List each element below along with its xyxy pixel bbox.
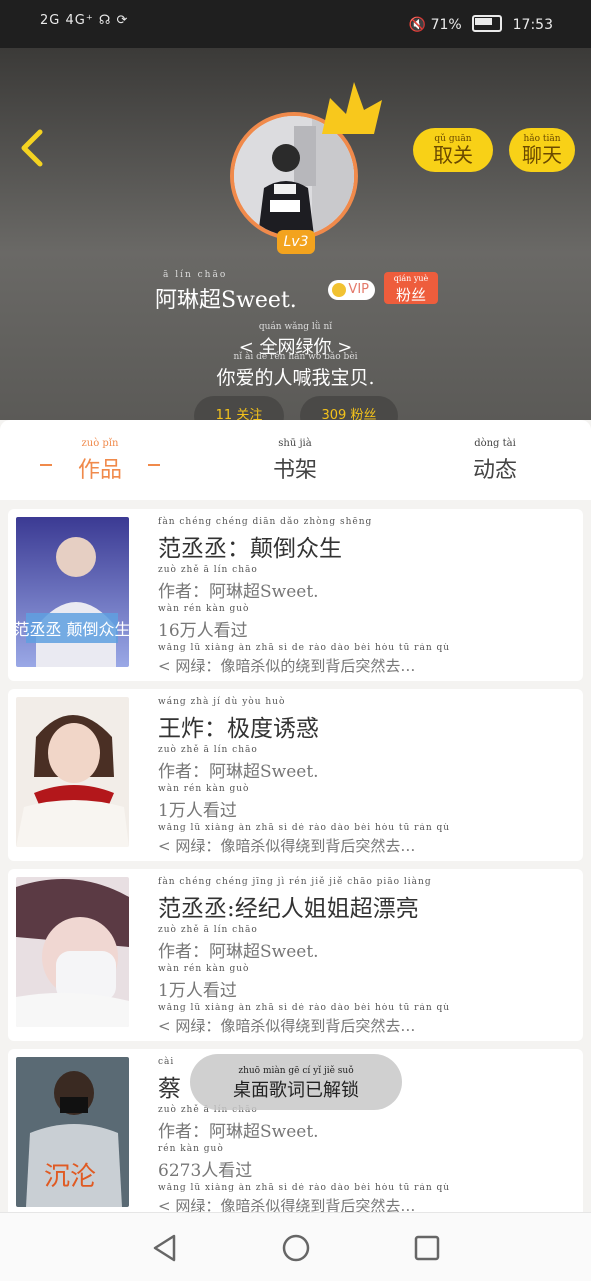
book-title: fàn chéng chéng jīng jì rén jiě jiě chāo… xyxy=(158,877,432,922)
book-summary: wǎng lǜ xiàng àn zhā sì de rào dào bèi h… xyxy=(158,643,451,675)
status-bar: 2G 4G⁺ ☊ ⟳ 🔇 71% 17:53 xyxy=(0,0,591,48)
book-cover xyxy=(16,877,129,1027)
recents-square-icon[interactable] xyxy=(412,1233,442,1263)
signature-line-2: nǐ ài de rén hǎn wǒ bǎo bèi 你爱的人喊我宝贝. xyxy=(216,352,375,389)
list-item[interactable]: wáng zhà jí dù yòu huò 王炸：极度诱惑 zuò zhě ā … xyxy=(8,689,583,861)
clock: 17:53 xyxy=(512,17,553,33)
book-author: zuò zhě ā lín chāo 作者：阿琳超Sweet. xyxy=(158,925,319,962)
tab-bookshelf[interactable]: shū jià 书架 xyxy=(240,438,350,484)
crown-icon xyxy=(322,82,382,134)
system-navigation-bar xyxy=(0,1212,591,1281)
book-author: zuò zhě ā lín chāo 作者：阿琳超Sweet. xyxy=(158,745,319,782)
tab-indicator-right xyxy=(148,464,160,466)
book-author: zuò zhě ā lín chāo 作者：阿琳超Sweet. xyxy=(158,1105,319,1142)
toast-message: zhuō miàn gē cí yǐ jiě suǒ 桌面歌词已解锁 xyxy=(190,1054,402,1110)
level-badge: Lv3 xyxy=(277,230,315,254)
unfollow-button[interactable]: qǔ guān 取关 xyxy=(413,128,493,172)
book-cover: 沉沦 xyxy=(16,1057,129,1207)
book-info: fàn chéng chéng jīng jì rén jiě jiě chāo… xyxy=(158,877,558,1036)
vip-badge: VIP xyxy=(328,280,375,300)
status-right: 🔇 71% 17:53 xyxy=(409,15,553,33)
profile-tabs: zuò pǐn 作品 shū jià 书架 dòng tài 动态 xyxy=(0,420,591,500)
book-info: wáng zhà jí dù yòu huò 王炸：极度诱惑 zuò zhě ā … xyxy=(158,697,558,856)
battery-percent: 71% xyxy=(430,17,462,33)
username: ā lín chāo 阿琳超Sweet. xyxy=(155,270,297,313)
book-cover xyxy=(16,697,129,847)
book-title: wáng zhà jí dù yòu huò 王炸：极度诱惑 xyxy=(158,697,319,742)
book-info: fàn chéng chéng diān dǎo zhòng shēng 范丞丞：… xyxy=(158,517,558,676)
cover-title: 沉沦 xyxy=(44,1162,96,1192)
fan-badge[interactable]: qián yuè 粉丝 xyxy=(384,272,438,304)
book-summary: wǎng lǜ xiàng àn zhā sì dé rào dào bèi h… xyxy=(158,1003,451,1035)
book-cover: 范丞丞 颠倒众生 xyxy=(16,517,129,667)
book-title: fàn chéng chéng diān dǎo zhòng shēng 范丞丞：… xyxy=(158,517,373,562)
tab-works[interactable]: zuò pǐn 作品 xyxy=(40,438,160,484)
list-item[interactable]: fàn chéng chéng jīng jì rén jiě jiě chāo… xyxy=(8,869,583,1041)
book-views: wàn rén kàn guò 1万人看过 xyxy=(158,964,250,1001)
back-triangle-icon[interactable] xyxy=(150,1233,180,1263)
book-views: rén kàn guò 6273人看过 xyxy=(158,1144,253,1181)
list-item[interactable]: 范丞丞 颠倒众生 fàn chéng chéng diān dǎo zhòng … xyxy=(8,509,583,681)
mute-icon: 🔇 xyxy=(408,17,427,33)
chevron-left-icon[interactable] xyxy=(18,128,48,168)
book-views: wàn rén kàn guò 16万人看过 xyxy=(158,604,250,641)
tab-indicator-left xyxy=(40,464,52,466)
book-author: zuò zhě ā lín chāo 作者：阿琳超Sweet. xyxy=(158,565,319,602)
signal-indicators: 2G 4G⁺ ☊ ⟳ xyxy=(40,13,129,28)
tab-activity[interactable]: dòng tài 动态 xyxy=(440,438,550,484)
battery-icon xyxy=(472,15,503,32)
home-circle-icon[interactable] xyxy=(281,1233,311,1263)
chat-button[interactable]: hǎo tiān 聊天 xyxy=(509,128,575,172)
book-views: wàn rén kàn guò 1万人看过 xyxy=(158,784,250,821)
cover-title: 范丞丞 颠倒众生 xyxy=(16,620,129,639)
book-summary: wǎng lǜ xiàng àn zhā sì dé rào dào bèi h… xyxy=(158,823,451,855)
